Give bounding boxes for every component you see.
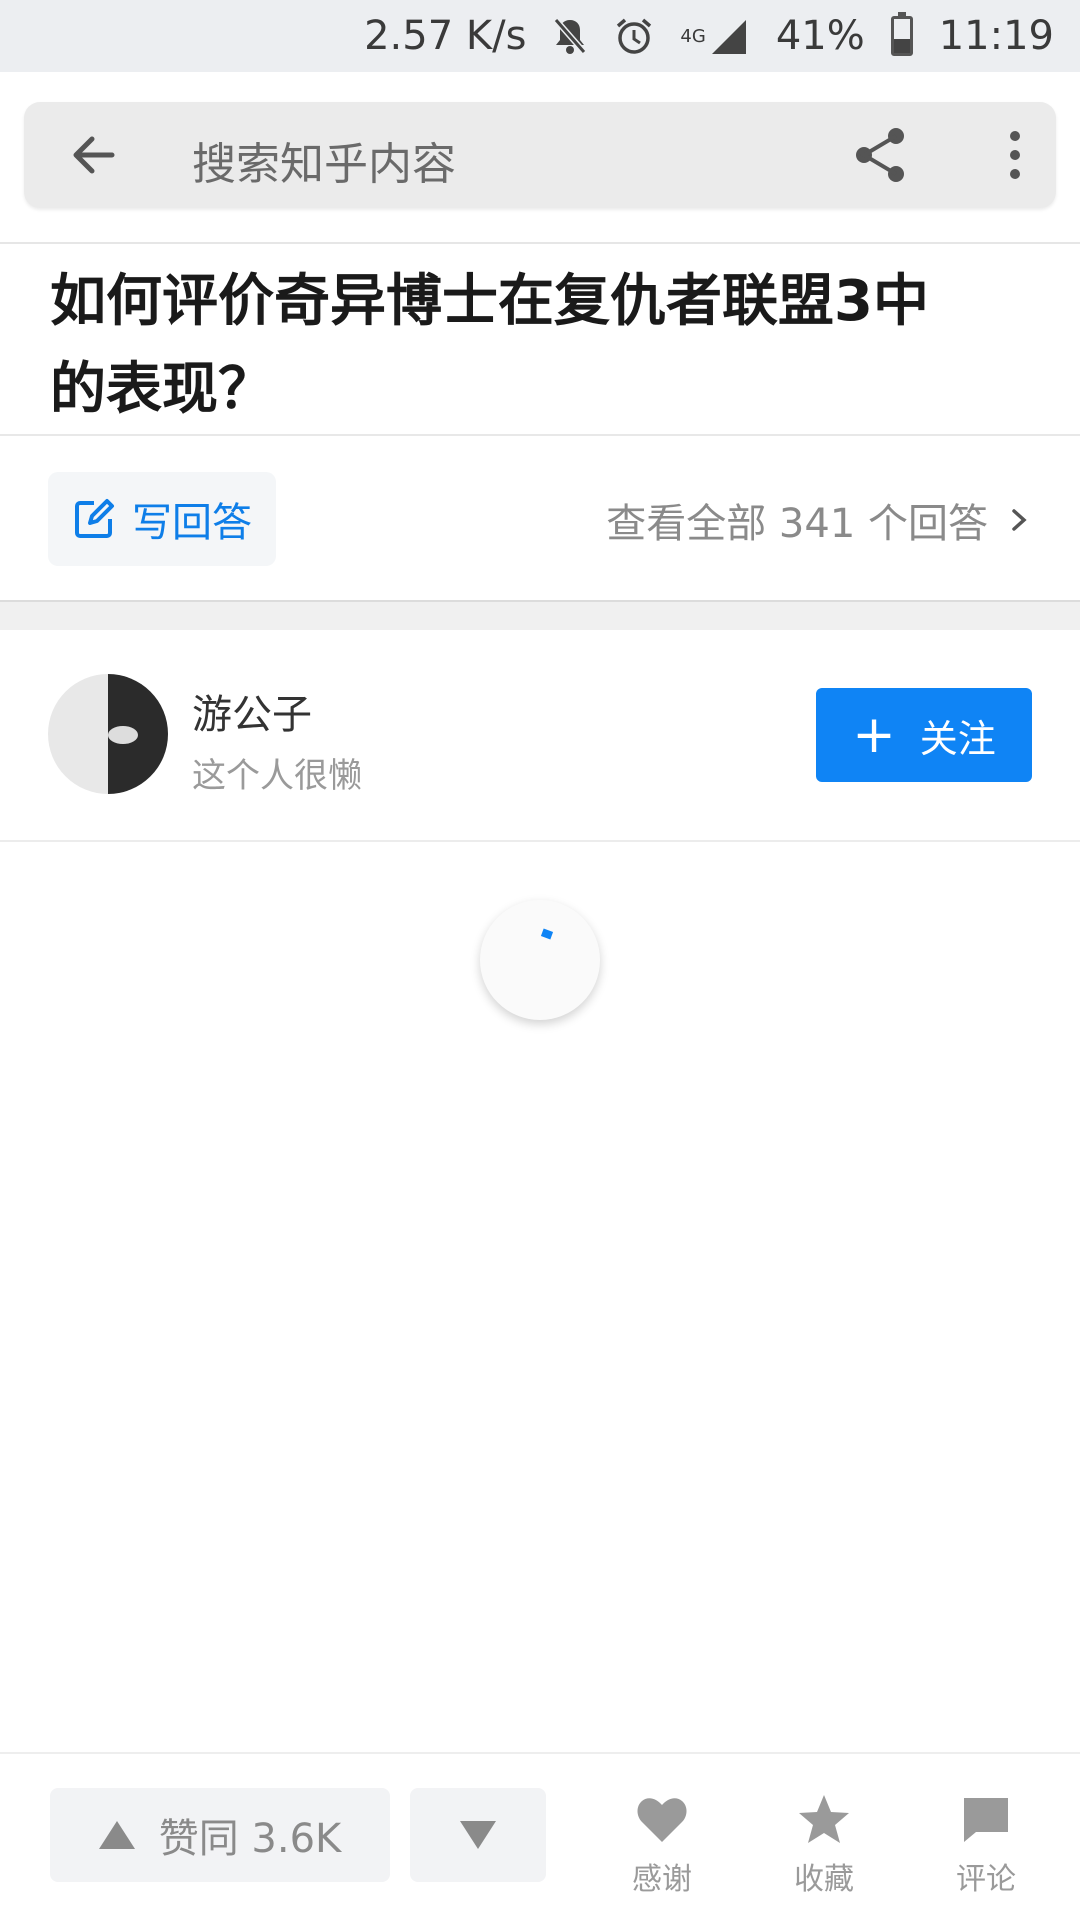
collect-label: 收藏: [794, 1862, 854, 1897]
view-all-label: 查看全部 341 个回答: [606, 501, 988, 547]
alarm-icon: [614, 16, 654, 56]
loading-spinner: [480, 900, 600, 1020]
search-bar[interactable]: 搜索知乎内容: [24, 102, 1056, 208]
write-answer-label: 写回答: [132, 500, 252, 546]
upvote-arrow-icon: [98, 1821, 135, 1849]
follow-button[interactable]: + 关注: [816, 688, 1032, 782]
battery-percent: 41%: [775, 13, 865, 59]
downvote-button[interactable]: [410, 1788, 546, 1882]
write-answer-button[interactable]: 写回答: [48, 472, 276, 566]
more-vertical-icon[interactable]: [1000, 124, 1030, 186]
author-name[interactable]: 游公子: [192, 682, 312, 740]
follow-label: 关注: [919, 716, 996, 761]
share-icon[interactable]: [850, 124, 912, 186]
back-arrow-icon[interactable]: [64, 125, 124, 185]
downvote-arrow-icon: [460, 1821, 496, 1849]
section-separator: [0, 600, 1080, 630]
star-icon: [799, 1795, 849, 1843]
net-speed: 2.57 K/s: [364, 13, 527, 59]
comment-label: 评论: [956, 1862, 1016, 1897]
edit-icon: [75, 499, 114, 538]
status-bar: 2.57 K/s 4G 41% 11:19: [0, 0, 1080, 72]
divider: [0, 434, 1080, 436]
upvote-button[interactable]: 赞同 3.6K: [50, 1788, 390, 1882]
bottom-toolbar: 赞同 3.6K 感谢 收藏 评论: [0, 1752, 1080, 1922]
thanks-button[interactable]: 感谢: [602, 1792, 722, 1898]
question-title[interactable]: 如何评价奇异博士在复仇者联盟3中的表现？: [50, 258, 950, 434]
upvote-label: 赞同 3.6K: [158, 1816, 342, 1862]
avatar[interactable]: [48, 674, 168, 794]
plus-icon: +: [852, 705, 896, 765]
battery-icon: [890, 12, 913, 56]
network-type: 4G: [680, 25, 706, 47]
view-all-answers-link[interactable]: 查看全部 341 个回答: [606, 490, 1030, 550]
author-bio: 这个人很懒: [192, 756, 362, 796]
comment-icon: [964, 1798, 1008, 1842]
mute-bell-icon: [552, 16, 588, 56]
divider: [0, 840, 1080, 842]
signal-icon: 4G: [680, 16, 749, 56]
search-input[interactable]: 搜索知乎内容: [192, 128, 456, 192]
clock: 11:19: [938, 13, 1054, 59]
collect-button[interactable]: 收藏: [764, 1792, 884, 1898]
heart-icon: [637, 1798, 687, 1842]
comment-button[interactable]: 评论: [926, 1792, 1046, 1898]
top-bar: 搜索知乎内容: [0, 72, 1080, 244]
chevron-right-icon: [1012, 509, 1027, 531]
thanks-label: 感谢: [632, 1862, 692, 1897]
